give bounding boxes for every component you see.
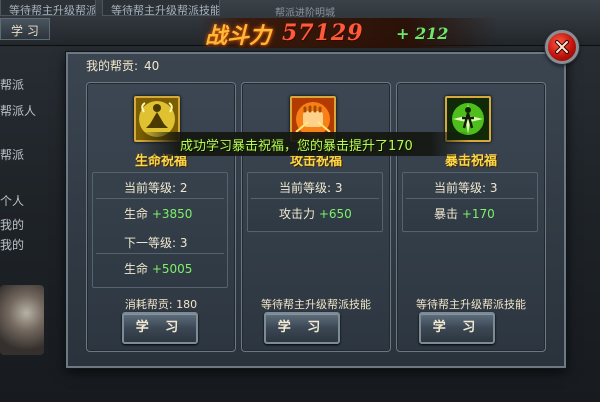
skill-life-next-stat-value: +5005	[151, 262, 193, 276]
skill-attack-current-stat: 攻击力 +650	[279, 205, 352, 222]
skill-life-cost: 消耗帮贡: 180	[124, 298, 198, 311]
skill-critical-current-stat-value: +170	[461, 207, 495, 221]
skill-life-current-stat-name: 生命	[124, 207, 149, 221]
close-button[interactable]	[545, 30, 579, 64]
learn-button-attack[interactable]: 学 习	[264, 312, 340, 344]
skill-critical-cost: 等待帮主升级帮派技能	[416, 298, 526, 311]
skill-attack-current-stat-name: 攻击力	[279, 207, 316, 221]
skill-life-next-stat: 生命 +5005	[124, 260, 192, 277]
skill-life-current-stat-value: +3850	[151, 207, 193, 221]
skill-life-current-level: 当前等级: 2	[124, 181, 188, 195]
success-toast-text: 成功学习暴击祝福，您的暴击提升了170	[180, 139, 413, 154]
background-top-hint: 帮派进阶明城	[275, 8, 335, 19]
skill-attack-current-level: 当前等级: 3	[279, 181, 343, 195]
contribution-label: 我的帮贡:	[86, 59, 139, 73]
skill-critical-current-level: 当前等级: 3	[434, 181, 498, 195]
skill-attack-cost: 等待帮主升级帮派技能	[261, 298, 371, 311]
skill-critical-current-stat: 暴击 +170	[434, 205, 495, 222]
background-side-text-2: 帮派人	[0, 104, 37, 118]
power-value: 57129	[282, 20, 364, 46]
background-tab-1[interactable]: 等待帮主升级帮派技能	[0, 0, 96, 16]
background-side-text-1: 帮派	[0, 78, 25, 92]
learn-button-critical[interactable]: 学 习	[419, 312, 495, 344]
skill-life-current-stat: 生命 +3850	[124, 205, 192, 222]
divider	[406, 198, 534, 199]
background-learn-button[interactable]: 学 习	[0, 18, 50, 40]
background-side-text-5: 我的	[0, 218, 25, 232]
skill-life-next-stat-name: 生命	[124, 262, 149, 276]
learn-button-life[interactable]: 学 习	[122, 312, 198, 344]
background-portrait	[0, 285, 44, 355]
contribution-value: 40	[144, 59, 160, 73]
skill-life-next-level: 下一等级: 3	[124, 236, 188, 250]
background-side-text-6: 我的	[0, 238, 25, 252]
divider	[96, 198, 224, 199]
divider	[96, 253, 224, 254]
contribution-display: 我的帮贡: 40	[86, 57, 159, 74]
skill-attack-current-stat-value: +650	[318, 207, 352, 221]
skill-critical-current-stat-name: 暴击	[434, 207, 459, 221]
background-side-text-3: 帮派	[0, 148, 25, 162]
background-tab-2[interactable]: 等待帮主升级帮派技能	[102, 0, 220, 16]
power-label: 战斗力	[205, 23, 272, 49]
power-delta: + 212	[396, 24, 449, 43]
background-side-text-4: 个人	[0, 194, 25, 208]
divider	[251, 198, 379, 199]
close-icon	[555, 40, 569, 54]
